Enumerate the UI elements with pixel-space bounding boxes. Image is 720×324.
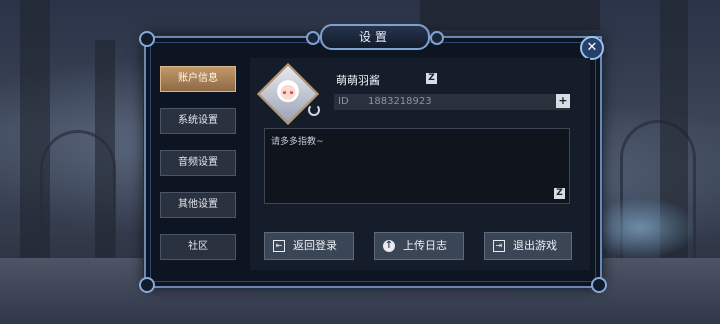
sidebar-item-audio-settings[interactable]: 音频设置 bbox=[160, 150, 236, 176]
refresh-icon[interactable] bbox=[308, 104, 320, 116]
sidebar-item-label: 社区 bbox=[188, 241, 208, 252]
close-icon: ✕ bbox=[586, 40, 598, 55]
sidebar-item-account-info[interactable]: 账户信息 bbox=[160, 66, 236, 92]
button-label: 返回登录 bbox=[293, 239, 337, 252]
sidebar-item-label: 其他设置 bbox=[178, 199, 218, 210]
account-info-panel: 萌萌羽酱 Z ID 1883218923 + 请多多指教~ Z ⇤ 返回登录 ↑… bbox=[250, 58, 590, 270]
logout-icon: ⇤ bbox=[273, 240, 285, 252]
sidebar-item-other-settings[interactable]: 其他设置 bbox=[160, 192, 236, 218]
sidebar-item-community[interactable]: 社区 bbox=[160, 234, 236, 260]
nickname: 萌萌羽酱 bbox=[336, 74, 380, 87]
exit-game-button[interactable]: ⇥ 退出游戏 bbox=[484, 232, 572, 260]
sidebar-item-system-settings[interactable]: 系统设置 bbox=[160, 108, 236, 134]
settings-dialog: 设置 ✕ 账户信息 系统设置 音频设置 其他设置 社区 萌萌羽酱 Z ID 18… bbox=[139, 24, 607, 293]
sidebar-item-label: 系统设置 bbox=[178, 115, 218, 126]
close-button[interactable]: ✕ bbox=[580, 36, 604, 60]
avatar-face bbox=[277, 80, 299, 103]
exit-icon: ⇥ bbox=[493, 240, 505, 252]
bio-text: 请多多指教~ bbox=[271, 137, 324, 147]
button-label: 上传日志 bbox=[403, 239, 447, 252]
id-value: 1883218923 bbox=[368, 96, 432, 107]
edit-bio-icon[interactable]: Z bbox=[554, 188, 565, 199]
sidebar-item-label: 账户信息 bbox=[178, 73, 218, 84]
sidebar-item-label: 音频设置 bbox=[178, 157, 218, 168]
upload-log-button[interactable]: ↑ 上传日志 bbox=[374, 232, 464, 260]
copy-id-icon[interactable]: + bbox=[556, 94, 570, 108]
bio-textarea[interactable]: 请多多指教~ Z bbox=[264, 128, 570, 204]
back-to-login-button[interactable]: ⇤ 返回登录 bbox=[264, 232, 354, 260]
button-label: 退出游戏 bbox=[513, 239, 557, 252]
avatar[interactable] bbox=[256, 62, 320, 126]
edit-icon[interactable]: Z bbox=[426, 73, 437, 84]
upload-icon: ↑ bbox=[383, 240, 395, 252]
id-field: ID 1883218923 + bbox=[334, 94, 570, 110]
id-label: ID bbox=[338, 96, 349, 107]
dialog-title: 设置 bbox=[306, 24, 444, 50]
